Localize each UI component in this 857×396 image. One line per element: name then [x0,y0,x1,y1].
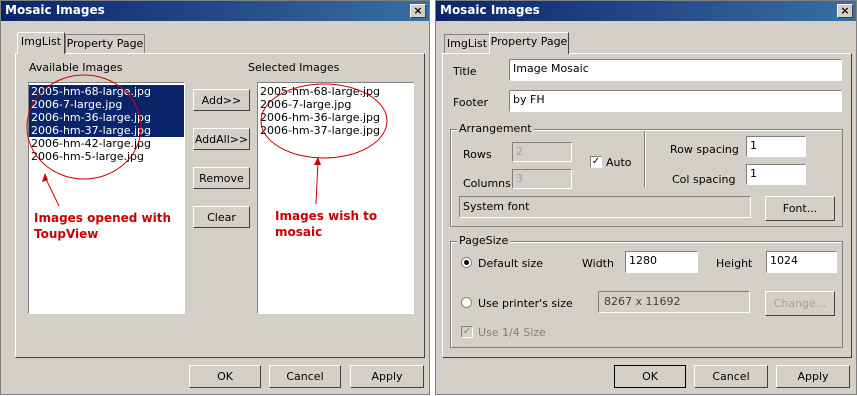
arrangement-label: Arrangement [457,122,534,135]
annotation-overlay [26,74,388,207]
width-input[interactable]: 1280 [625,251,698,273]
printer-size-label: Use printer's size [478,297,573,310]
col-spacing-input[interactable]: 1 [746,164,806,185]
font-button[interactable]: Font... [765,196,835,221]
annotation-ellipse-right [260,83,388,159]
annotation-right-line-1: Images wish to [275,209,378,223]
change-button[interactable]: Change... [765,291,835,316]
columns-input[interactable]: 3 [512,169,572,189]
printer-size-display: 8267 x 11692 [598,291,750,313]
right-close-icon[interactable]: × [837,4,853,18]
annotation-left-text: Images opened with ToupView [34,210,171,242]
annotation-arrow-left [44,176,60,207]
footer-input[interactable]: by FH [509,90,842,112]
quarter-size-checkbox[interactable]: ✓ [461,326,473,338]
footer-label: Footer [453,96,488,109]
row-spacing-label: Row spacing [670,143,739,156]
left-apply-button[interactable]: Apply [350,365,424,388]
right-title-bar: Mosaic Images [436,1,856,21]
height-label: Height [716,257,753,270]
radio-dot-icon [464,260,469,265]
pagesize-label: PageSize [457,234,511,247]
title-input[interactable]: Image Mosaic [509,59,842,81]
columns-label: Columns [463,177,511,190]
quarter-size-label: Use 1/4 Size [478,326,546,339]
check-icon: ✓ [591,156,601,167]
height-input[interactable]: 1024 [766,251,837,273]
annotation-ellipse-left [26,74,142,180]
left-ok-button[interactable]: OK [189,365,261,388]
right-ok-button[interactable]: OK [614,365,686,388]
width-label: Width [582,257,614,270]
check-icon: ✓ [462,326,472,337]
row-spacing-input[interactable]: 1 [746,136,806,157]
annotation-right-text: Images wish to mosaic [275,208,377,240]
printer-size-radio[interactable] [461,297,472,308]
rows-input[interactable]: 2 [512,142,572,162]
font-display: System font [459,196,751,218]
left-tab-imglist[interactable]: ImgList [17,32,65,54]
right-dialog: Mosaic Images × ImgList Property Page Ti… [435,0,857,395]
right-tab-property-page[interactable]: Property Page [489,32,569,54]
annotation-left-line-2: ToupView [34,227,99,241]
right-dialog-title: Mosaic Images [440,3,540,17]
default-size-radio[interactable] [461,257,472,268]
auto-checkbox[interactable]: ✓ [590,156,602,168]
right-apply-button[interactable]: Apply [776,365,850,388]
rows-label: Rows [463,148,492,161]
default-size-label: Default size [478,257,544,270]
left-dialog: Mosaic Images × ImgList Property Page Av… [0,0,430,395]
title-label: Title [453,65,477,78]
auto-label: Auto [606,156,632,169]
right-tab-imglist[interactable]: ImgList [444,34,490,53]
annotation-left-line-1: Images opened with [34,211,172,225]
right-cancel-button[interactable]: Cancel [694,365,768,388]
annotation-arrow-right [315,160,319,205]
col-spacing-label: Col spacing [672,173,736,186]
left-cancel-button[interactable]: Cancel [269,365,341,388]
annotation-right-line-2: mosaic [275,225,323,239]
arrangement-divider [644,131,646,187]
